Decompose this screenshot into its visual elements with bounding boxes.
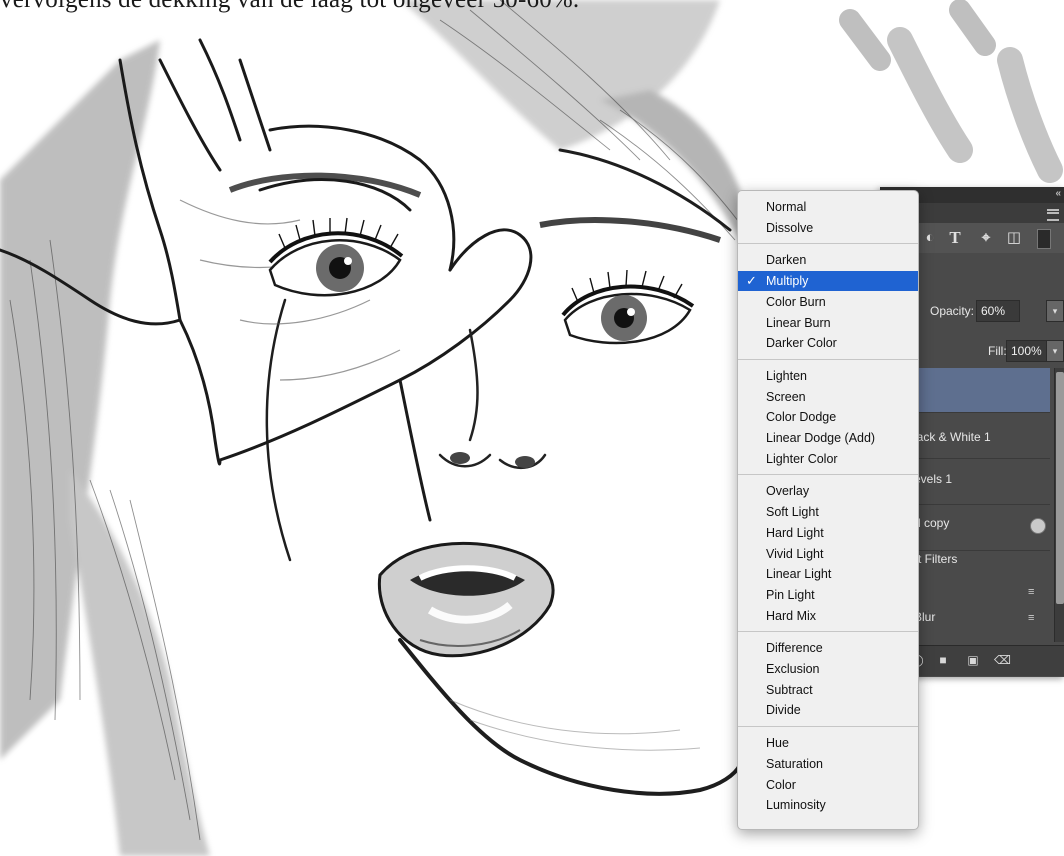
menu-separator [738, 243, 918, 245]
blend-mode-option-hard-mix[interactable]: Hard Mix [738, 606, 918, 626]
menu-separator [738, 631, 918, 633]
blend-mode-label: Lighter Color [766, 451, 838, 466]
layers-scrollbar[interactable] [1054, 368, 1064, 642]
stage: vervolgens de dekking van de laag tot on… [0, 0, 1064, 856]
blend-mode-option-normal[interactable]: Normal [738, 197, 918, 217]
blend-mode-label: Overlay [766, 484, 810, 499]
blend-mode-label: Multiply [766, 274, 809, 289]
blend-mode-label: Pin Light [766, 587, 815, 602]
collapse-icon[interactable]: « [1055, 188, 1061, 199]
panel-menu-icon[interactable] [1047, 209, 1059, 221]
blend-mode-label: Luminosity [766, 798, 826, 813]
blend-mode-label: Color Dodge [766, 410, 837, 425]
blend-mode-option-saturation[interactable]: Saturation [738, 754, 918, 774]
menu-separator [738, 726, 918, 728]
blend-mode-label: Darken [766, 253, 807, 268]
blend-mode-label: Screen [766, 389, 806, 404]
blend-mode-label: Dissolve [766, 220, 814, 235]
blend-mode-label: Vivid Light [766, 546, 824, 561]
blend-mode-label: Difference [766, 641, 823, 656]
blend-mode-option-vivid-light[interactable]: Vivid Light [738, 544, 918, 564]
filter-toggle[interactable] [1037, 229, 1051, 249]
blend-mode-option-linear-burn[interactable]: Linear Burn [738, 313, 918, 333]
filter-options-icon[interactable]: ≡ [1028, 586, 1034, 598]
blend-mode-menu: Normal Dissolve Darken ✓ Multiply Color Burn L… [737, 190, 919, 830]
blend-mode-option-darker-color[interactable]: Darker Color [738, 333, 918, 353]
smart-object-badge-icon [1030, 518, 1046, 534]
blend-mode-option-divide[interactable]: Divide [738, 700, 918, 720]
blend-mode-option-pin-light[interactable]: Pin Light [738, 585, 918, 605]
filter-options-icon[interactable]: ≡ [1028, 612, 1034, 624]
blend-mode-option-overlay[interactable]: Overlay [738, 481, 918, 501]
blend-mode-option-color-dodge[interactable]: Color Dodge [738, 407, 918, 427]
fill-label: Fill: [988, 344, 1007, 358]
smart-object-filter-icon[interactable]: ◫ [1005, 229, 1023, 247]
fill-dropdown-icon[interactable]: ▾ [1046, 340, 1064, 362]
trash-icon[interactable]: ⌫ [994, 654, 1011, 666]
blend-mode-label: Linear Light [766, 567, 832, 582]
blend-mode-label: Hard Mix [766, 608, 817, 623]
blend-mode-option-linear-light[interactable]: Linear Light [738, 564, 918, 584]
blend-mode-label: Darker Color [766, 336, 837, 351]
layer-name: d copy [914, 516, 950, 530]
blend-mode-label: Divide [766, 703, 801, 718]
adjustment-filter-icon[interactable]: ◐ [921, 229, 939, 247]
blend-mode-option-multiply[interactable]: ✓ Multiply [738, 271, 918, 292]
checkmark-icon: ✓ [746, 273, 757, 289]
new-layer-icon[interactable]: ▣ [966, 654, 980, 666]
blend-mode-option-exclusion[interactable]: Exclusion [738, 659, 918, 679]
blend-mode-option-dissolve[interactable]: Dissolve [738, 218, 918, 238]
blend-mode-option-luminosity[interactable]: Luminosity [738, 795, 918, 815]
blend-mode-option-lighter-color[interactable]: Lighter Color [738, 449, 918, 469]
blend-mode-label: Color Burn [766, 294, 826, 309]
scrollbar-thumb[interactable] [1056, 372, 1064, 604]
blend-mode-label: Hue [766, 736, 789, 751]
blend-mode-label: Saturation [766, 756, 823, 771]
caption-text: vervolgens de dekking van de laag tot on… [0, 0, 579, 14]
blend-mode-label: Linear Dodge (Add) [766, 431, 876, 445]
blend-mode-label: Soft Light [766, 505, 819, 520]
blend-mode-label: Exclusion [766, 662, 820, 676]
folder-icon[interactable]: ■ [936, 654, 950, 666]
blend-mode-label: Normal [766, 200, 807, 214]
type-filter-icon[interactable]: T [946, 229, 964, 247]
blend-mode-label: Color [766, 777, 796, 792]
blend-mode-option-color[interactable]: Color [738, 775, 918, 795]
fill-field[interactable]: 100% [1006, 340, 1050, 362]
layer-name: rt Filters [914, 552, 958, 566]
opacity-label: Opacity: [930, 304, 975, 318]
shape-filter-icon[interactable]: ⌖ [977, 229, 995, 247]
blend-mode-option-difference[interactable]: Difference [738, 638, 918, 658]
opacity-dropdown-icon[interactable]: ▾ [1046, 300, 1064, 322]
blend-mode-label: Subtract [766, 682, 813, 697]
layer-name: lack & White 1 [914, 430, 991, 444]
blend-mode-option-lighten[interactable]: Lighten [738, 366, 918, 386]
blend-mode-option-screen[interactable]: Screen [738, 387, 918, 407]
menu-separator [738, 358, 918, 360]
blend-mode-option-linear-dodge-add[interactable]: Linear Dodge (Add) [738, 428, 918, 448]
opacity-field[interactable]: 60% [976, 300, 1020, 322]
blend-mode-option-color-burn[interactable]: Color Burn [738, 292, 918, 312]
menu-separator [738, 474, 918, 476]
blend-mode-option-darken[interactable]: Darken [738, 250, 918, 270]
blend-mode-label: Hard Light [766, 525, 824, 540]
blend-mode-option-soft-light[interactable]: Soft Light [738, 502, 918, 522]
blend-mode-option-hard-light[interactable]: Hard Light [738, 523, 918, 543]
blend-mode-label: Lighten [766, 368, 808, 383]
blend-mode-label: Linear Burn [766, 315, 831, 330]
blend-mode-option-subtract[interactable]: Subtract [738, 680, 918, 700]
blend-mode-option-hue[interactable]: Hue [738, 733, 918, 753]
layer-name: evels 1 [914, 472, 953, 486]
